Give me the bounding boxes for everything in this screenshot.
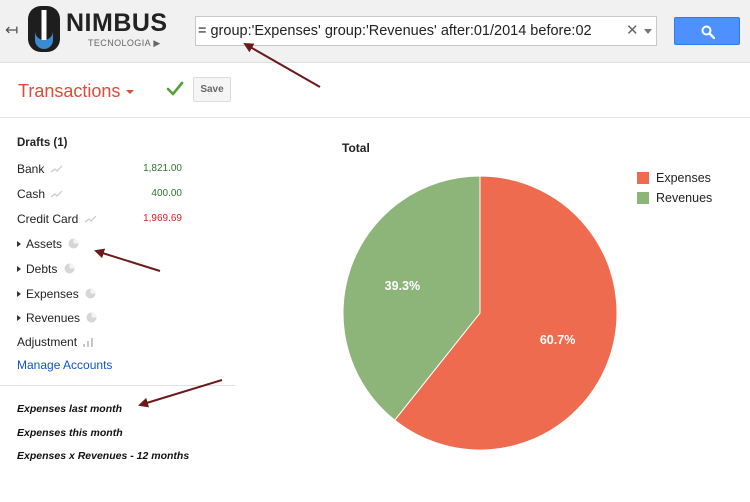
group-row-revenues[interactable]: Revenues xyxy=(17,309,97,327)
group-row-debts[interactable]: Debts xyxy=(17,260,75,278)
chart-title: Total xyxy=(342,141,370,155)
search-options-caret-icon[interactable] xyxy=(644,29,652,34)
pie-icon xyxy=(85,288,96,299)
expand-triangle-icon[interactable] xyxy=(17,314,21,321)
pie-icon xyxy=(86,312,97,323)
account-amount: 400.00 xyxy=(151,188,182,199)
account-amount: 1,821.00 xyxy=(143,163,182,174)
legend-swatch xyxy=(637,191,649,204)
adjustment-row[interactable]: Adjustment xyxy=(17,333,94,351)
pie-icon xyxy=(64,263,75,274)
search-button[interactable] xyxy=(674,17,740,45)
logo-wordmark: NIMBUS xyxy=(66,9,168,37)
sparkline-icon xyxy=(84,215,97,223)
account-amount: 1,969.69 xyxy=(143,213,182,224)
account-label: Bank xyxy=(17,162,45,176)
expand-triangle-icon[interactable] xyxy=(17,290,21,297)
pie-chart: 60.7% 39.3% xyxy=(342,175,618,451)
search-box: ✕ xyxy=(195,16,657,46)
pie-icon xyxy=(68,238,79,249)
logo-subtitle-text: TECNOLOGIA xyxy=(88,38,151,48)
group-label: Assets xyxy=(26,237,63,251)
chevron-down-icon xyxy=(126,90,135,95)
page-title: Transactions xyxy=(18,81,121,101)
group-label: Expenses xyxy=(26,287,79,301)
expand-triangle-icon[interactable] xyxy=(17,265,21,272)
search-input[interactable] xyxy=(196,17,626,45)
toolbar: Transactions Save xyxy=(0,63,750,118)
sparkline-icon xyxy=(50,165,63,173)
legend-item-revenues[interactable]: Revenues xyxy=(637,188,712,208)
nimbus-logo-icon xyxy=(28,6,60,52)
sidebar-divider xyxy=(0,385,235,386)
pie-slice-label: 39.3% xyxy=(385,279,420,293)
report-link[interactable]: Expenses this month xyxy=(17,425,189,441)
legend-label: Revenues xyxy=(656,191,713,205)
clear-search-icon[interactable]: ✕ xyxy=(626,21,639,39)
group-row-assets[interactable]: Assets xyxy=(17,235,79,253)
drafts-label: Drafts (1) xyxy=(17,137,68,149)
adjustment-label: Adjustment xyxy=(17,335,78,349)
legend-item-expenses[interactable]: Expenses xyxy=(637,168,712,188)
logo-subtitle: TECNOLOGIA ▶ xyxy=(88,38,161,49)
logo-subtitle-glyph: ▶ xyxy=(153,38,161,48)
bar-chart-icon xyxy=(83,337,94,347)
chart-legend: Expenses Revenues xyxy=(637,168,712,208)
group-label: Debts xyxy=(26,262,58,276)
report-link[interactable]: Expenses x Revenues - 12 months xyxy=(17,448,189,464)
group-row-expenses[interactable]: Expenses xyxy=(17,285,96,303)
transactions-menu[interactable]: Transactions xyxy=(18,81,135,102)
pie-slice-label: 60.7% xyxy=(540,333,575,347)
report-link[interactable]: Expenses last month xyxy=(17,401,189,417)
top-bar: ↤ NIMBUS TECNOLOGIA ▶ ✕ xyxy=(0,0,750,63)
search-icon xyxy=(701,25,715,39)
back-arrow-icon[interactable]: ↤ xyxy=(5,20,18,40)
legend-label: Expenses xyxy=(656,171,711,185)
drafts-item[interactable]: Drafts (1) xyxy=(17,133,67,151)
expand-triangle-icon[interactable] xyxy=(17,240,21,247)
legend-swatch xyxy=(637,171,649,184)
group-label: Revenues xyxy=(26,311,81,325)
account-label: Cash xyxy=(17,187,46,201)
sidebar: Drafts (1) Bank 1,821.00 Cash 400.00 Cre… xyxy=(0,119,235,502)
manage-accounts-link[interactable]: Manage Accounts xyxy=(17,356,112,374)
sparkline-icon xyxy=(51,190,63,198)
checkmark-icon[interactable] xyxy=(166,80,184,98)
save-button[interactable]: Save xyxy=(193,77,231,102)
account-label: Credit Card xyxy=(17,212,79,226)
